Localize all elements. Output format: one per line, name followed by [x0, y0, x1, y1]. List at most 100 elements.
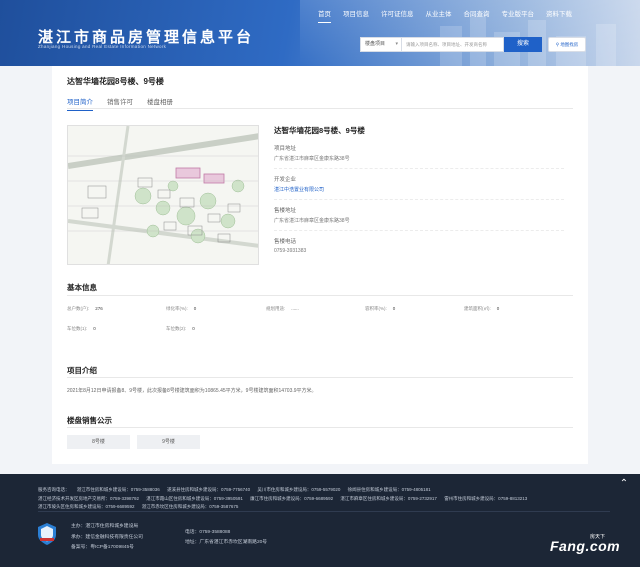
- search-input[interactable]: 请输入项目名称、项目地址、开发商名称: [402, 37, 504, 52]
- footer-contacts-line-2: 湛江经济技术开发区房地产交易所：0759-3398792 湛江市霞山区住房和城乡…: [38, 496, 533, 502]
- main-nav: 首页 项目信息 许可证信息 从业主体 合同查询 专业版平台 资料下载: [312, 10, 578, 23]
- footer-icp: 备案号：粤ICP备17009845号: [71, 543, 134, 550]
- site-plan-image[interactable]: [67, 125, 259, 265]
- site-plan-drawing: [68, 126, 258, 264]
- developer-block: 开发企业 湛江中浩置业有限公司: [274, 175, 564, 200]
- kv-planned-use: 规划用途:......: [266, 306, 299, 312]
- host-label: 主办：: [71, 524, 86, 529]
- sales-address-block: 售楼地址 广东省湛江市麻章区金康东路38号: [274, 206, 564, 231]
- kv-parking-1: 车位数(1): 0: [67, 326, 96, 332]
- location-pin-icon: ⚲: [555, 42, 560, 47]
- tab-divider: [67, 108, 573, 109]
- search-type-value: 楼盘项目: [365, 41, 386, 47]
- map-search-label: 地图找房: [560, 42, 579, 47]
- basic-info-divider: [67, 295, 573, 296]
- nav-home[interactable]: 首页: [312, 10, 337, 23]
- nav-contracts[interactable]: 合同查询: [458, 10, 496, 20]
- basic-info-title: 基本信息: [67, 283, 97, 292]
- addr-label: 地址：: [185, 540, 200, 545]
- addr-value: 广东省湛江市赤坎区湖南路20号: [199, 540, 268, 545]
- footer-contact: 湛江市霞山区住房和城乡建设局：0759-3950591: [146, 496, 243, 501]
- kv-label: 规划用途:: [266, 306, 286, 311]
- kv-plot-ratio: 容积率(%): 0: [365, 306, 395, 312]
- footer-contact: 遂溪县住房和城乡建设局：0759-7756740: [167, 487, 251, 492]
- kv-label: 容积率(%):: [365, 306, 387, 311]
- kv-label: 总户数(户):: [67, 306, 90, 311]
- footer-contacts-line-3: 湛江市坡头区住房和城乡建设局：0759-6689592 湛江市赤坎区住房和城乡建…: [38, 504, 244, 510]
- kv-label: 建筑面积(㎡):: [464, 306, 491, 311]
- sales-divider: [67, 427, 573, 428]
- kv-total-households: 总户数(户): 276: [67, 306, 103, 312]
- kv-green-rate: 绿化率(%): 0: [166, 306, 196, 312]
- nav-permits[interactable]: 许可证信息: [375, 10, 420, 20]
- intro-title: 项目介绍: [67, 366, 97, 375]
- footer-host: 主办：湛江市住房和城乡建设局: [71, 522, 138, 529]
- search-type-select[interactable]: 楼盘项目 ▾: [360, 37, 402, 52]
- footer-support: 承办：建信金融科技有限责任公司: [71, 533, 143, 540]
- sales-phone-block: 售楼电话 0759-3931383: [274, 237, 564, 260]
- icp-value[interactable]: 粤ICP备17009845号: [90, 545, 134, 550]
- map-search-button[interactable]: ⚲ 地图找房: [548, 37, 586, 52]
- nav-entities[interactable]: 从业主体: [420, 10, 458, 20]
- sales-phone-value: 0759-3931383: [274, 248, 307, 254]
- kv-value: 0: [392, 306, 396, 311]
- building-9-button[interactable]: 9号楼: [137, 435, 200, 449]
- footer-contact: 吴川市住房和城乡建设局：0759-5579020: [257, 487, 341, 492]
- footer-tel: 电话：0759-3588088: [185, 528, 230, 535]
- search-button[interactable]: 搜索: [504, 37, 542, 52]
- building-8-button[interactable]: 8号楼: [67, 435, 130, 449]
- tel-value: 0759-3588088: [199, 530, 231, 535]
- footer-contact: 湛江经济技术开发区房地产交易所：0759-3398792: [38, 496, 140, 501]
- kv-label: 车位数(2):: [166, 326, 187, 331]
- nav-pro-platform[interactable]: 专业版平台: [496, 10, 541, 20]
- site-header: 湛江市商品房管理信息平台 Zhanjiang Housing and Real …: [0, 0, 640, 66]
- footer-divider: [38, 511, 610, 512]
- sales-address-label: 售楼地址: [274, 208, 297, 214]
- intro-divider: [67, 377, 573, 378]
- project-name: 达智华墙花园8号楼、9号楼: [274, 126, 365, 135]
- fang-watermark: Fang.com: [550, 538, 621, 554]
- kv-value: 0: [93, 326, 96, 331]
- sales-phone-label: 售楼电话: [274, 239, 297, 245]
- kv-value: ......: [291, 306, 299, 311]
- address-value: 广东省湛江市麻章区金康东路38号: [274, 156, 350, 162]
- kv-floor-area: 建筑面积(㎡): 0: [464, 306, 499, 312]
- footer-contact: 湛江市住房和城乡建设局：0759-3588036: [76, 487, 160, 492]
- skyline-building: [596, 24, 616, 66]
- host-value: 湛江市住房和城乡建设局: [85, 524, 139, 529]
- back-to-top-icon[interactable]: ⌃: [617, 477, 631, 491]
- kv-value: 0: [496, 306, 500, 311]
- footer-contact: 湛江市坡头区住房和城乡建设局：0759-6689592: [38, 504, 135, 509]
- project-address-block: 项目地址 广东省湛江市麻章区金康东路38号: [274, 144, 564, 169]
- kv-value: 0: [192, 326, 195, 331]
- footer-contacts-line-1: 服务咨询电话： 湛江市住房和城乡建设局：0759-3588036 遂溪县住房和城…: [38, 487, 437, 493]
- footer-address: 地址：广东省湛江市赤坎区湖南路20号: [185, 538, 267, 545]
- footer-contact: 雷州市住房和城乡建设局：0759-8813213: [444, 496, 528, 501]
- gov-badge-icon[interactable]: [38, 523, 56, 545]
- kv-value: 0: [193, 306, 197, 311]
- footer-contact: 徐闻县住房和城乡建设局：0759-4805181: [347, 487, 431, 492]
- kv-label: 车位数(1):: [67, 326, 88, 331]
- nav-downloads[interactable]: 资料下载: [540, 10, 578, 20]
- footer-contact: 湛江市麻章区住房和城乡建设局：0759-2732917: [340, 496, 437, 501]
- footer-contact: 服务咨询电话：: [38, 487, 70, 492]
- address-label: 项目地址: [274, 146, 297, 152]
- footer-contact: 廉江市住房和城乡建设局：0759-6689592: [250, 496, 334, 501]
- site-subtitle: Zhanjiang Housing and Real Estate Inform…: [38, 44, 167, 49]
- support-value: 建信金融科技有限责任公司: [85, 535, 143, 540]
- kv-parking-2: 车位数(2): 0: [166, 326, 195, 332]
- kv-label: 绿化率(%):: [166, 306, 188, 311]
- nav-projects[interactable]: 项目信息: [337, 10, 375, 20]
- kv-value: 276: [95, 306, 103, 311]
- chevron-down-icon: ▾: [395, 41, 398, 47]
- footer-contact: 湛江市赤坎区住房和城乡建设局：0759-3587675: [141, 504, 239, 509]
- support-label: 承办：: [71, 535, 86, 540]
- developer-link[interactable]: 湛江中浩置业有限公司: [274, 186, 564, 193]
- sales-address-value: 广东省湛江市麻章区金康东路38号: [274, 218, 350, 224]
- sales-title: 楼盘销售公示: [67, 416, 112, 425]
- intro-text: 2021年8月12日申请报备8、9号楼，此次报备8号楼建筑面积为10865.45…: [67, 388, 317, 394]
- developer-label: 开发企业: [274, 177, 297, 183]
- icp-label: 备案号：: [71, 545, 91, 550]
- page-title: 达智华墙花园8号楼、9号楼: [67, 77, 164, 86]
- search-bar: 楼盘项目 ▾ 请输入项目名称、项目地址、开发商名称 搜索 ⚲ 地图找房: [360, 37, 586, 52]
